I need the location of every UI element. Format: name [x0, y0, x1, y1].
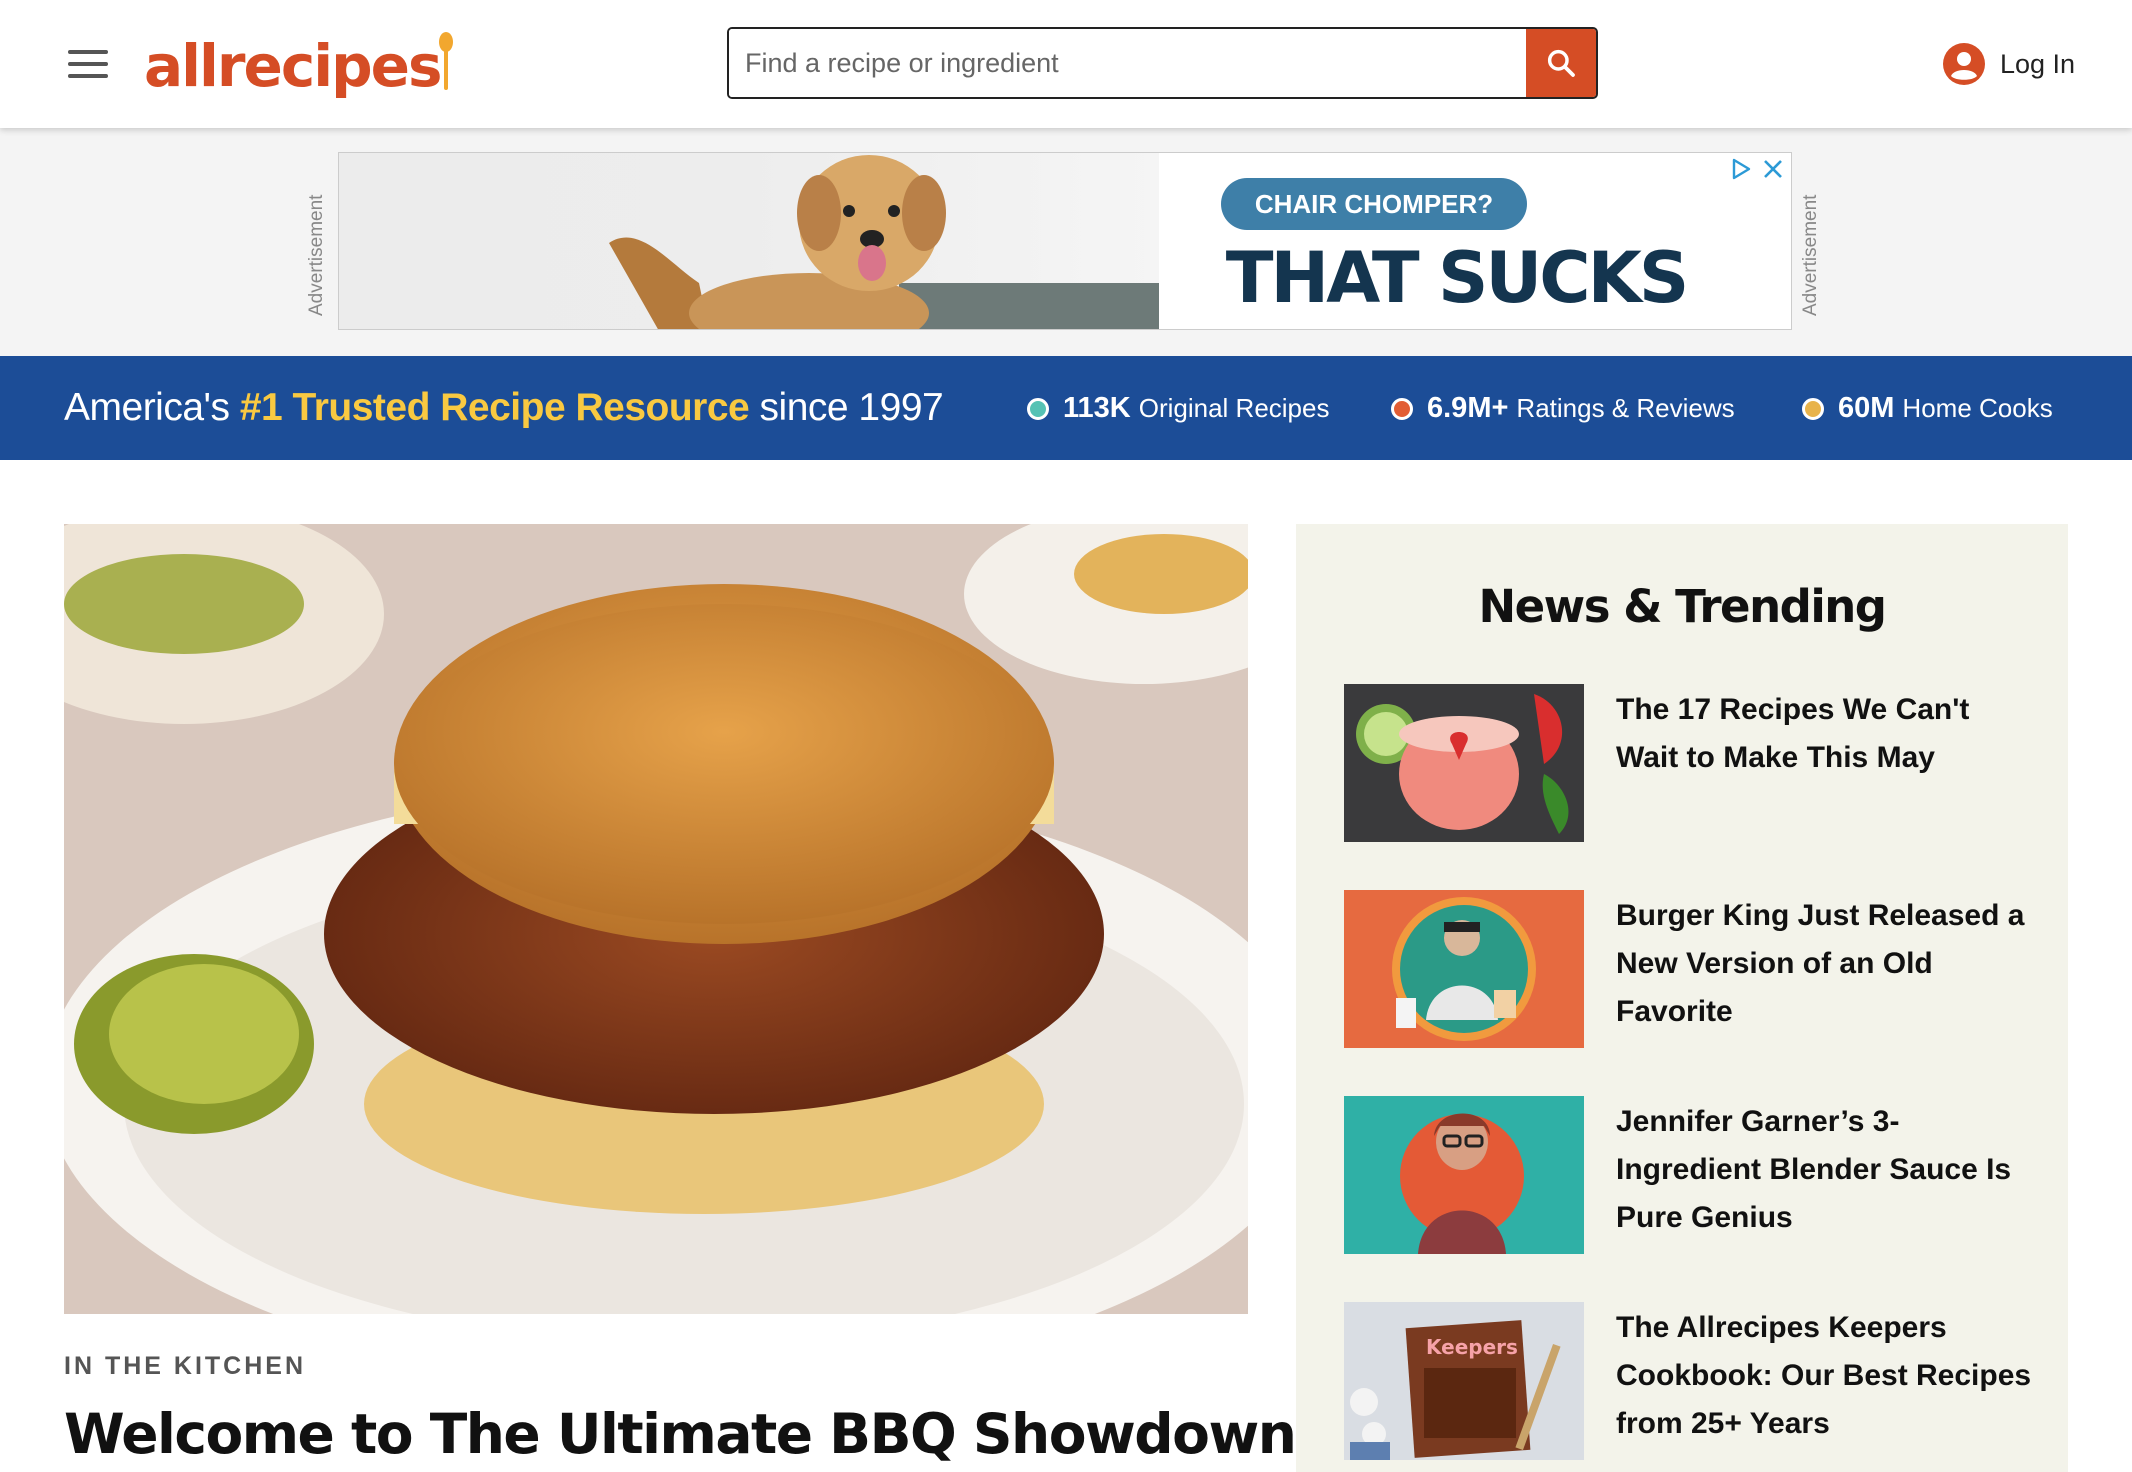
allrecipes-logo[interactable]: allrecipes	[144, 20, 454, 100]
news-item[interactable]: Burger King Just Released a New Version …	[1344, 890, 2034, 1050]
user-avatar-icon	[1943, 43, 1985, 85]
news-item[interactable]: Keepers The Allrecipes Keepers Cookbook:…	[1344, 1302, 2034, 1462]
menu-icon[interactable]	[68, 50, 108, 78]
bbq-sandwich-image	[64, 524, 1248, 1314]
news-item-title: The 17 Recipes We Can't Wait to Make Thi…	[1616, 693, 1970, 774]
news-item[interactable]: The 17 Recipes We Can't Wait to Make Thi…	[1344, 684, 2034, 844]
stat-value: 6.9M+	[1427, 392, 1509, 424]
tagline-prefix: America's	[64, 386, 240, 429]
stat-dot-icon	[1027, 397, 1049, 420]
trust-tagline: America's #1 Trusted Recipe Resource sin…	[64, 386, 944, 430]
stat-original-recipes: 113K Original Recipes	[1027, 392, 1329, 425]
news-title: News & Trending	[1478, 580, 1888, 633]
news-thumb-burger-king	[1344, 890, 1584, 1048]
search-button[interactable]	[1526, 29, 1596, 97]
news-item-title: Burger King Just Released a New Version …	[1616, 899, 2025, 1028]
hero-image[interactable]	[64, 524, 1248, 1314]
news-trending-panel: News & Trending The 17 Recipes We Can't …	[1296, 524, 2068, 1472]
ad-label-left: Advertisement	[306, 194, 327, 316]
ad-banner[interactable]: CHAIR CHOMPER? THAT SUCKS	[338, 152, 1792, 330]
stat-home-cooks: 60M Home Cooks	[1802, 392, 2053, 425]
login-label: Log In	[2000, 48, 2076, 79]
adchoices-icon[interactable]	[1729, 157, 1753, 181]
stat-ratings-reviews: 6.9M+ Ratings & Reviews	[1391, 392, 1735, 425]
ad-pill: CHAIR CHOMPER?	[1221, 178, 1527, 230]
ad-label-right: Advertisement	[1800, 194, 1821, 316]
news-item[interactable]: Jennifer Garner’s 3-Ingredient Blender S…	[1344, 1096, 2034, 1256]
news-item-title: Jennifer Garner’s 3-Ingredient Blender S…	[1616, 1105, 2012, 1234]
tagline-highlight: #1 Trusted Recipe Resource	[239, 386, 750, 429]
news-item-title: The Allrecipes Keepers Cookbook: Our Bes…	[1616, 1311, 2032, 1440]
search-bar	[727, 27, 1598, 99]
stat-dot-icon	[1802, 397, 1824, 420]
stat-dot-icon	[1391, 397, 1413, 420]
spoon-icon	[439, 32, 454, 90]
news-thumb-drink	[1344, 684, 1584, 842]
logo-text: allrecipes	[144, 32, 442, 100]
hero-title[interactable]: Welcome to The Ultimate BBQ Showdown	[64, 1402, 1297, 1466]
news-thumb-jennifer-garner	[1344, 1096, 1584, 1254]
close-icon[interactable]	[1761, 157, 1785, 181]
stat-label: Home Cooks	[1902, 393, 2053, 423]
tagline-suffix: since 1997	[749, 386, 944, 429]
login-button[interactable]: Log In	[1942, 40, 2075, 88]
cookbook-cover-text: Keepers	[1426, 1335, 1518, 1359]
trust-bar: America's #1 Trusted Recipe Resource sin…	[0, 356, 2132, 460]
ad-headline: THAT SUCKS	[1225, 237, 1689, 319]
search-icon	[1547, 49, 1575, 77]
site-header: allrecipes Log In	[0, 0, 2132, 128]
hero-kicker[interactable]: IN THE KITCHEN	[64, 1352, 306, 1381]
ad-controls	[1729, 157, 1785, 181]
news-thumb-cookbook: Keepers	[1344, 1302, 1584, 1460]
stat-value: 60M	[1838, 392, 1895, 424]
ad-image	[339, 153, 1159, 329]
stat-label: Ratings & Reviews	[1516, 393, 1735, 423]
dog-illustration	[609, 155, 1159, 329]
stat-value: 113K	[1063, 392, 1131, 424]
search-input[interactable]	[729, 29, 1526, 97]
stat-label: Original Recipes	[1138, 393, 1330, 423]
